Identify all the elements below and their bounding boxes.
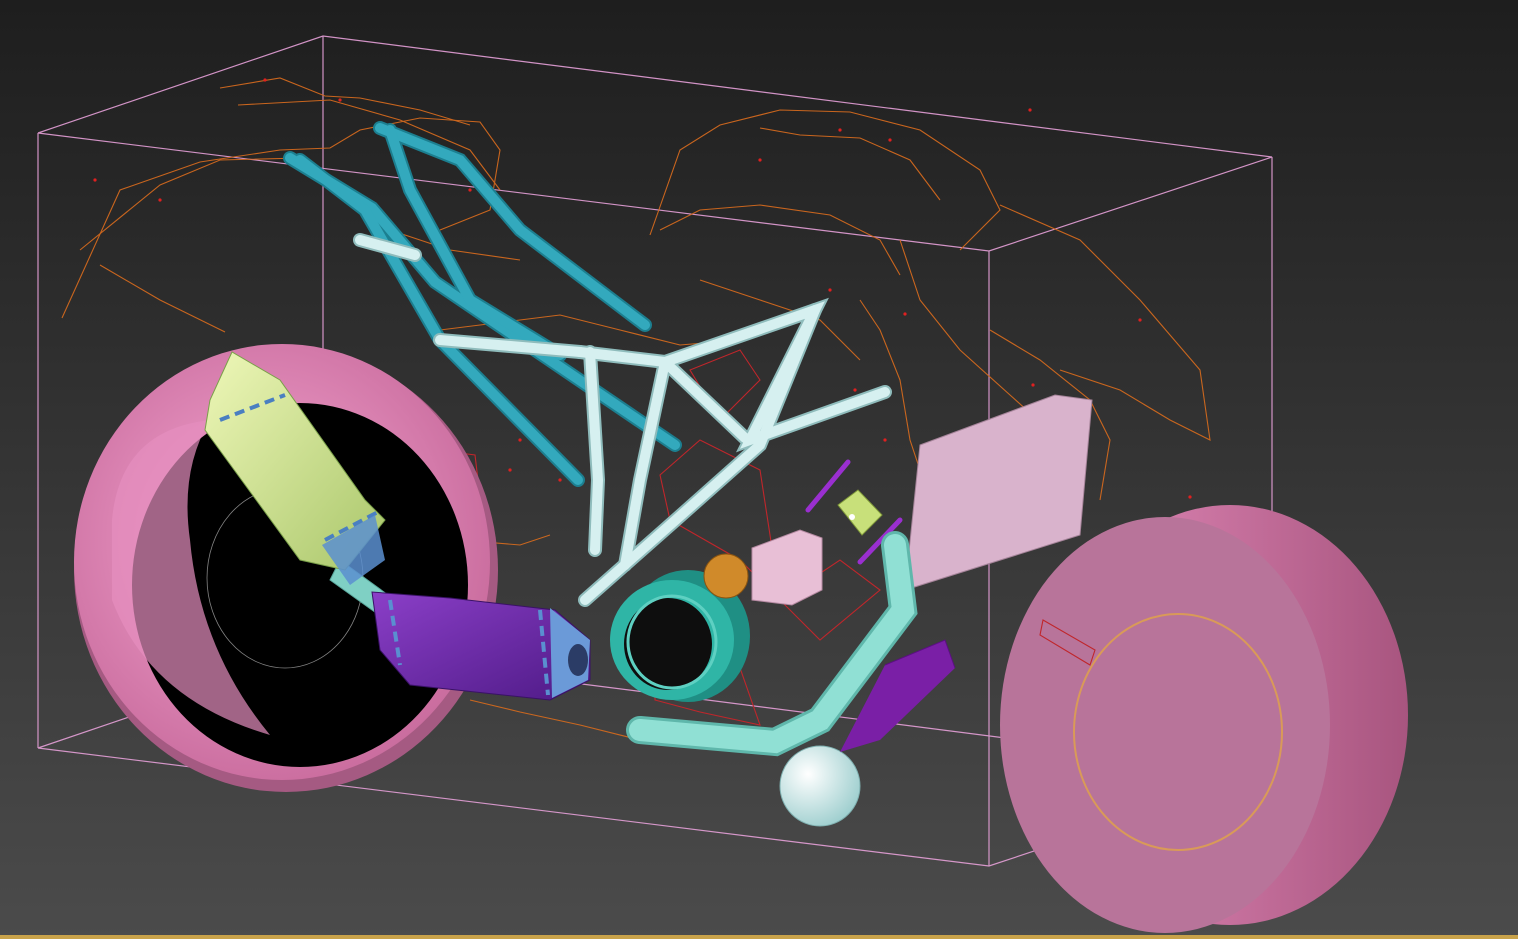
viewport-canvas[interactable] — [0, 0, 1518, 939]
ball[interactable] — [779, 745, 861, 827]
front-wheel[interactable] — [1000, 505, 1408, 933]
orange-sphere[interactable] — [703, 553, 749, 599]
active-viewport-border — [0, 935, 1518, 939]
3d-viewport[interactable] — [0, 0, 1518, 939]
